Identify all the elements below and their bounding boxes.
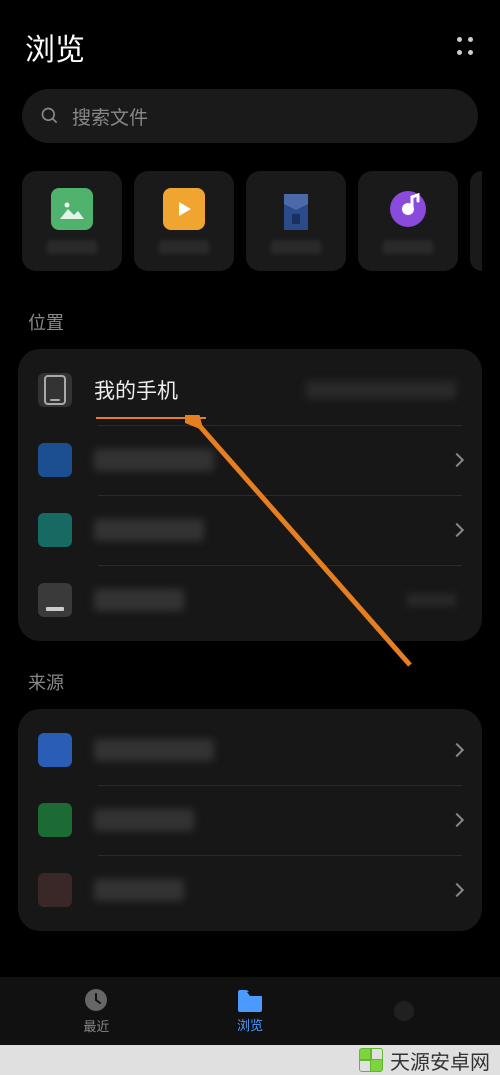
- category-more[interactable]: [470, 171, 482, 271]
- chevron-right-icon: [450, 453, 464, 467]
- location-item[interactable]: [18, 425, 482, 495]
- nav-third[interactable]: [391, 998, 417, 1024]
- audio-icon: [387, 188, 429, 230]
- app-icon: [38, 803, 72, 837]
- watermark-text: 天源安卓网: [390, 1046, 490, 1075]
- sd-icon: [38, 443, 72, 477]
- category-images[interactable]: [22, 171, 122, 271]
- chevron-right-icon: [450, 883, 464, 897]
- page-title: 浏览: [25, 25, 85, 69]
- image-icon: [51, 188, 93, 230]
- category-label: [159, 240, 209, 254]
- chevron-right-icon: [450, 813, 464, 827]
- location-item[interactable]: [18, 565, 482, 635]
- storage-meta: [306, 381, 456, 399]
- category-archives[interactable]: [246, 171, 346, 271]
- clock-icon: [83, 987, 109, 1013]
- sources-card: [18, 709, 482, 931]
- vault-icon: [38, 513, 72, 547]
- video-icon: [163, 188, 205, 230]
- app-icon: [38, 733, 72, 767]
- location-my-phone[interactable]: 我的手机: [18, 355, 482, 425]
- nav-label: 浏览: [237, 1015, 263, 1034]
- chevron-right-icon: [450, 743, 464, 757]
- phone-icon: [38, 373, 72, 407]
- nav-recent[interactable]: 最近: [83, 987, 109, 1035]
- section-source-label: 来源: [0, 641, 500, 709]
- annotation-underline: [96, 417, 206, 419]
- watermark-logo: [360, 1049, 382, 1071]
- row-label: 我的手机: [94, 375, 306, 405]
- row-label-blurred: [94, 739, 214, 761]
- watermark: 天源安卓网: [0, 1045, 500, 1075]
- section-location-label: 位置: [0, 281, 500, 349]
- chevron-right-icon: [450, 523, 464, 537]
- storage-meta: [406, 594, 456, 606]
- source-item[interactable]: [18, 785, 482, 855]
- category-audio[interactable]: [358, 171, 458, 271]
- location-item[interactable]: [18, 495, 482, 565]
- unknown-icon: [391, 998, 417, 1024]
- archive-icon: [275, 188, 317, 230]
- category-videos[interactable]: [134, 171, 234, 271]
- row-label-blurred: [94, 809, 194, 831]
- search-icon: [40, 106, 60, 126]
- category-label: [383, 240, 433, 254]
- category-row: [0, 143, 500, 281]
- bottom-nav: 最近 浏览: [0, 977, 500, 1045]
- search-input[interactable]: 搜索文件: [22, 89, 478, 143]
- nav-label: 最近: [83, 1016, 109, 1035]
- row-label-blurred: [94, 589, 184, 611]
- nav-browse[interactable]: 浏览: [236, 988, 264, 1034]
- row-label-blurred: [94, 879, 184, 901]
- row-label-blurred: [94, 449, 214, 471]
- trash-icon: [38, 583, 72, 617]
- category-label: [47, 240, 97, 254]
- source-item[interactable]: [18, 855, 482, 925]
- category-label: [271, 240, 321, 254]
- locations-card: 我的手机: [18, 349, 482, 641]
- source-item[interactable]: [18, 715, 482, 785]
- folder-icon: [236, 988, 264, 1012]
- search-placeholder: 搜索文件: [72, 103, 148, 130]
- more-options-button[interactable]: [455, 35, 475, 59]
- row-label-blurred: [94, 519, 204, 541]
- app-icon: [38, 873, 72, 907]
